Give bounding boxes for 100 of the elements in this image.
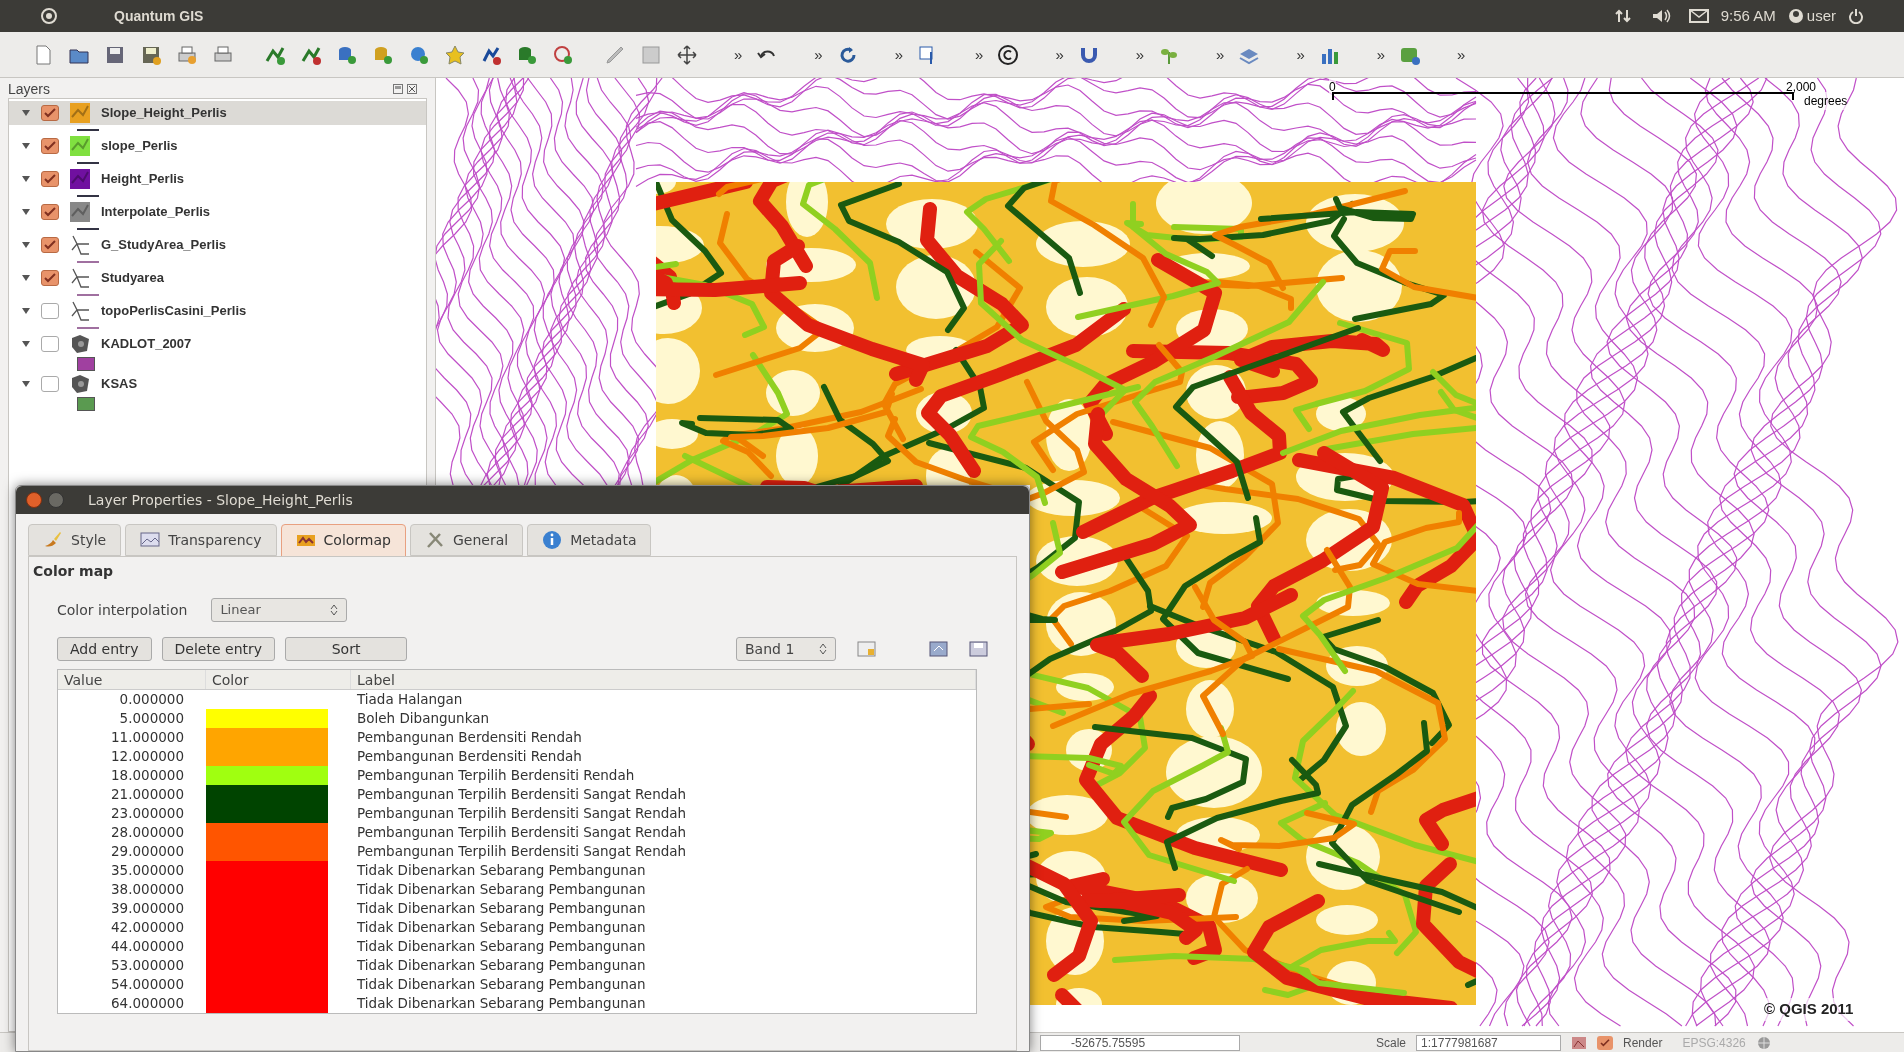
overflow-button[interactable]: » [1135, 47, 1145, 62]
section-title: Color map [32, 562, 115, 581]
overflow-button[interactable]: » [894, 47, 904, 62]
layer-checkbox[interactable] [41, 204, 59, 220]
color-swatch[interactable] [206, 994, 328, 1013]
window-title: Quantum GIS [114, 6, 204, 26]
render-label: Render [1623, 1034, 1663, 1052]
layer-row[interactable]: Height_Perlis [9, 167, 426, 191]
column-header[interactable]: Value [58, 670, 206, 689]
layer-row[interactable]: Studyarea [9, 266, 426, 290]
mail-icon[interactable] [1688, 9, 1709, 23]
layer-row[interactable]: KSAS [9, 372, 426, 396]
layer-row[interactable]: Slope_Height_Perlis [9, 101, 426, 125]
expand-arrow-icon[interactable] [21, 379, 31, 389]
overflow-button[interactable]: » [814, 47, 823, 62]
volume-icon[interactable] [1650, 8, 1671, 24]
layer-checkbox[interactable] [41, 138, 59, 154]
color-swatch[interactable] [206, 709, 328, 728]
close-icon[interactable] [407, 84, 417, 94]
label-cell-text: Pembangunan Terpilih Berdensiti Sangat Rendah [356, 842, 687, 861]
layer-checkbox[interactable] [41, 171, 59, 187]
overflow-button[interactable]: » [1296, 47, 1305, 62]
overflow-button[interactable]: » [734, 47, 743, 62]
network-icon[interactable] [1614, 8, 1633, 24]
layer-checkbox[interactable] [41, 376, 59, 392]
column-header[interactable]: Label [351, 670, 976, 689]
expand-arrow-icon[interactable] [21, 306, 31, 316]
layer-checkbox[interactable] [41, 336, 59, 352]
expand-arrow-icon[interactable] [21, 273, 31, 283]
color-swatch[interactable] [206, 823, 328, 842]
user-icon [1787, 8, 1804, 24]
ubuntu-logo-icon[interactable] [40, 7, 58, 25]
layer-name: Studyarea [101, 269, 164, 288]
layer-row[interactable]: Interpolate_Perlis [9, 200, 426, 224]
expand-arrow-icon[interactable] [21, 108, 31, 118]
spinner-arrows-icon [330, 604, 339, 616]
color-swatch[interactable] [206, 785, 328, 804]
tab[interactable]: General [410, 524, 524, 556]
user-name[interactable]: user [1806, 4, 1836, 28]
legend-line [77, 128, 99, 131]
expand-arrow-icon[interactable] [21, 141, 31, 151]
color-swatch[interactable] [206, 804, 328, 823]
interpolation-dropdown[interactable]: Linear [211, 598, 348, 622]
map-icon[interactable] [1571, 1035, 1588, 1050]
label-cell-text: Tidak Dibenarkan Sebarang Pembangunan [356, 956, 646, 975]
tab[interactable]: Colormap [280, 524, 406, 557]
dialog-button[interactable]: Delete entry [161, 637, 276, 661]
color-swatch[interactable] [206, 842, 328, 861]
layer-row[interactable]: G_StudyArea_Perlis [9, 233, 426, 257]
minimize-button[interactable] [48, 492, 64, 508]
value-cell-text: 39.000000 [110, 899, 184, 918]
scale-field[interactable]: 1:1777981687 [1416, 1034, 1562, 1051]
polygon-layer-icon [69, 373, 91, 395]
load-colormap-icon[interactable] [856, 639, 878, 659]
layer-checkbox[interactable] [41, 270, 59, 286]
import-icon[interactable] [928, 639, 950, 659]
overflow-button[interactable]: » [1376, 47, 1386, 62]
overflow-button[interactable]: » [1457, 47, 1466, 62]
layer-checkbox[interactable] [41, 237, 59, 253]
copyright-text: © QGIS 2011 [1764, 998, 1854, 1021]
power-icon[interactable] [1848, 8, 1864, 24]
render-checkbox[interactable] [1597, 1035, 1614, 1050]
layer-checkbox[interactable] [41, 105, 59, 121]
layer-row[interactable]: topoPerlisCasini_Perlis [9, 299, 426, 323]
overflow-button[interactable]: » [1055, 47, 1064, 62]
color-swatch[interactable] [206, 728, 328, 747]
scale-unit-label: degrees [1804, 92, 1848, 110]
band-dropdown[interactable]: Band 1 [736, 637, 836, 661]
overflow-button[interactable]: » [1216, 47, 1225, 62]
circle-icon[interactable] [552, 43, 574, 66]
close-button[interactable] [26, 492, 42, 508]
clock-text[interactable]: 9:56 AM [1720, 4, 1776, 28]
overflow-button[interactable]: » [975, 47, 984, 62]
legend-line [77, 260, 99, 263]
dialog-button[interactable]: Add entry [57, 637, 152, 661]
tab[interactable]: Metadata [527, 524, 652, 556]
column-header[interactable]: Color [206, 670, 351, 689]
color-swatch[interactable] [206, 766, 328, 785]
layer-row[interactable]: KADLOT_2007 [9, 332, 426, 356]
layer-checkbox[interactable] [41, 303, 59, 319]
color-swatch[interactable] [206, 747, 328, 766]
tab[interactable]: Style [28, 524, 122, 556]
copyright-icon[interactable] [997, 43, 1020, 66]
printer-icon[interactable] [176, 43, 198, 66]
color-swatch[interactable] [206, 861, 328, 880]
value-cell-text: 64.000000 [110, 994, 184, 1013]
expand-arrow-icon[interactable] [21, 240, 31, 250]
globe-icon[interactable] [1755, 1034, 1772, 1051]
tab[interactable]: Transparency [125, 524, 277, 556]
label-cell-text: Tidak Dibenarkan Sebarang Pembangunan [356, 994, 646, 1013]
expand-arrow-icon[interactable] [21, 207, 31, 217]
expand-arrow-icon[interactable] [21, 339, 31, 349]
star-icon[interactable] [444, 43, 466, 66]
coordinates-field[interactable]: -52675.75595 [1040, 1034, 1240, 1051]
pan-icon[interactable] [676, 43, 698, 66]
expand-arrow-icon[interactable] [21, 174, 31, 184]
float-icon[interactable] [393, 84, 403, 94]
dialog-button[interactable]: Sort [285, 637, 408, 661]
brush-icon [43, 530, 63, 550]
layer-row[interactable]: slope_Perlis [9, 134, 426, 158]
